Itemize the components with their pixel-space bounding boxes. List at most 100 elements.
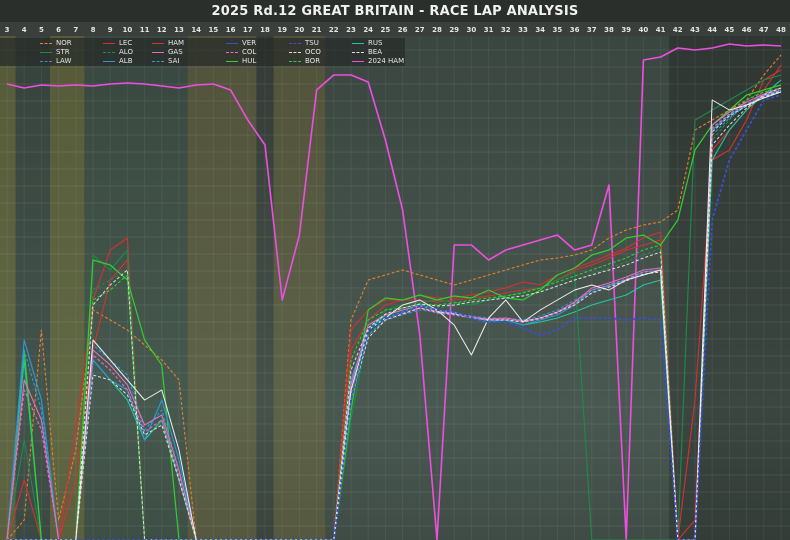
- legend-swatch: [289, 42, 301, 44]
- legend-item: STR: [40, 48, 70, 57]
- legend-item: LAW: [40, 57, 71, 66]
- legend-item: OCO: [289, 48, 321, 57]
- lap-tick-label: 41: [656, 26, 666, 34]
- lap-tick-label: 47: [759, 26, 769, 34]
- legend-label: SAI: [168, 57, 180, 65]
- legend-item: ALB: [103, 57, 133, 66]
- legend-label: LAW: [56, 57, 72, 65]
- legend-label: RUS: [368, 39, 383, 47]
- legend-swatch: [103, 51, 115, 53]
- lap-tick-label: 31: [484, 26, 494, 34]
- lap-tick-label: 38: [604, 26, 614, 34]
- legend-item: BEA: [352, 48, 382, 57]
- lap-tick-label: 35: [553, 26, 563, 34]
- lap-tick-label: 14: [191, 26, 201, 34]
- legend-label: VER: [242, 39, 257, 47]
- legend-swatch: [226, 51, 238, 53]
- legend-item: NOR: [40, 39, 72, 48]
- legend-swatch: [352, 60, 364, 62]
- lap-tick-label: 44: [707, 26, 717, 34]
- legend-label: COL: [242, 48, 257, 56]
- lap-tick-label: 33: [518, 26, 528, 34]
- lap-tick-label: 36: [570, 26, 580, 34]
- lap-tick-label: 10: [123, 26, 133, 34]
- lap-tick-label: 32: [501, 26, 511, 34]
- legend-swatch: [40, 60, 52, 62]
- chart-stage: 3 4 5 6 7 8 9 10 11 12 13 14 15 16 17 18 19 20 21 22 23 24 25 2…: [0, 0, 790, 540]
- legend-label: BEA: [368, 48, 383, 56]
- lap-tick-label: 30: [467, 26, 477, 34]
- legend-label: OCO: [305, 48, 321, 56]
- lap-tick-label: 42: [673, 26, 683, 34]
- lap-tick-label: 18: [260, 26, 270, 34]
- lap-axis-bar: [0, 22, 790, 36]
- lap-tick-label: 19: [277, 26, 287, 34]
- legend-item: TSU: [289, 39, 319, 48]
- lap-tick-label: 5: [39, 26, 44, 34]
- legend-label: NOR: [56, 39, 72, 47]
- legend: NOR LEC HAM VER TSU RUS STR ALO GAS COL OCO BEA LAW A…: [0, 38, 405, 66]
- lap-tick-label: 43: [690, 26, 700, 34]
- lap-tick-label: 26: [398, 26, 408, 34]
- lap-tick-label: 20: [295, 26, 305, 34]
- legend-item: 2024 HAM: [352, 57, 404, 66]
- legend-swatch: [40, 42, 52, 44]
- lap-tick-label: 17: [243, 26, 253, 34]
- legend-swatch: [152, 51, 164, 53]
- legend-label: LEC: [119, 39, 133, 47]
- lap-tick-label: 6: [56, 26, 61, 34]
- lap-tick-label: 11: [140, 26, 150, 34]
- lap-tick-label: 29: [449, 26, 459, 34]
- legend-item: HAM: [152, 39, 184, 48]
- legend-item: RUS: [352, 39, 382, 48]
- lap-tick-label: 46: [742, 26, 752, 34]
- legend-item: BOR: [289, 57, 320, 66]
- lap-tick-label: 28: [432, 26, 442, 34]
- legend-label: ALB: [119, 57, 133, 65]
- legend-item: SAI: [152, 57, 179, 66]
- lap-tick-label: 45: [725, 26, 735, 34]
- legend-swatch: [352, 42, 364, 44]
- legend-swatch: [226, 42, 238, 44]
- lap-tick-label: 37: [587, 26, 597, 34]
- lap-tick-label: 13: [174, 26, 184, 34]
- lap-tick-label: 22: [329, 26, 339, 34]
- lap-tick-label: 7: [73, 26, 78, 34]
- legend-label: HUL: [242, 57, 257, 65]
- legend-item: GAS: [152, 48, 183, 57]
- legend-item: COL: [226, 48, 256, 57]
- legend-label: TSU: [305, 39, 319, 47]
- legend-label: 2024 HAM: [368, 57, 405, 65]
- legend-label: BOR: [305, 57, 321, 65]
- chart-title: 2025 Rd.12 GREAT BRITAIN - RACE LAP ANAL…: [211, 4, 579, 19]
- lap-chart: 3 4 5 6 7 8 9 10 11 12 13 14 15 16 17 18 19 20 21 22 23 24 25 2…: [0, 22, 790, 540]
- legend-label: ALO: [119, 48, 133, 56]
- lap-tick-label: 12: [157, 26, 167, 34]
- lap-tick-label: 25: [381, 26, 391, 34]
- legend-swatch: [289, 60, 301, 62]
- legend-label: GAS: [168, 48, 183, 56]
- lap-tick-label: 27: [415, 26, 425, 34]
- legend-item: ALO: [103, 48, 133, 57]
- legend-swatch: [152, 60, 164, 62]
- legend-item: LEC: [103, 39, 132, 48]
- lap-tick-label: 48: [776, 26, 786, 34]
- lap-tick-label: 34: [535, 26, 545, 34]
- legend-item: VER: [226, 39, 256, 48]
- lap-tick-label: 40: [639, 26, 649, 34]
- legend-label: HAM: [168, 39, 185, 47]
- lap-tick-label: 15: [209, 26, 219, 34]
- lap-tick-label: 4: [22, 26, 27, 34]
- lap-tick-label: 9: [108, 26, 113, 34]
- lap-tick-label: 3: [5, 26, 10, 34]
- legend-swatch: [40, 51, 52, 53]
- legend-swatch: [152, 42, 164, 44]
- lap-tick-label: 21: [312, 26, 322, 34]
- legend-label: STR: [56, 48, 70, 56]
- lap-tick-label: 24: [363, 26, 373, 34]
- lap-tick-label: 16: [226, 26, 236, 34]
- legend-swatch: [226, 60, 238, 62]
- lap-tick-label: 8: [91, 26, 96, 34]
- lap-tick-label: 23: [346, 26, 356, 34]
- lap-tick-label: 39: [621, 26, 631, 34]
